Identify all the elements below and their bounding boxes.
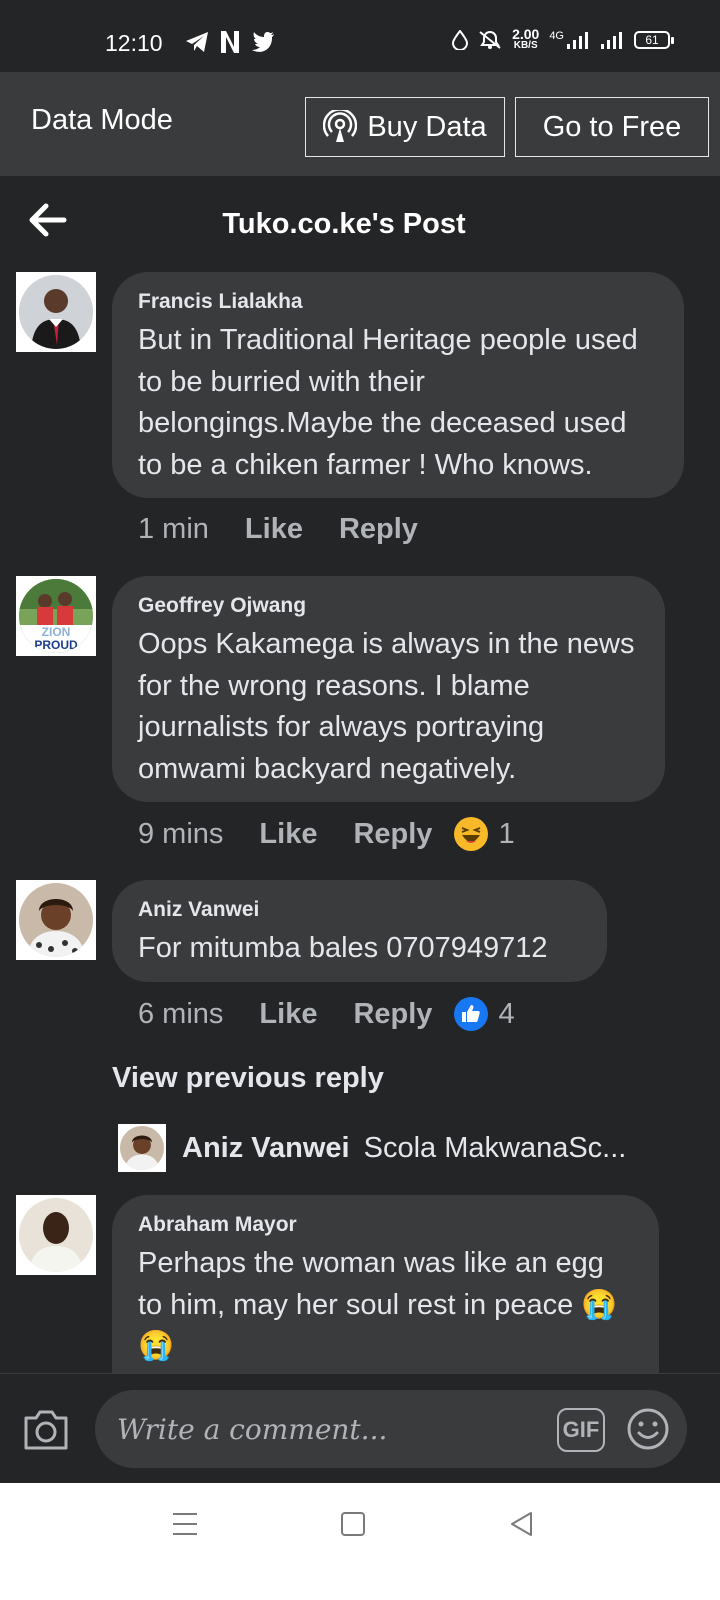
data-mode-bar: Data Mode Buy Data Go to Free (0, 72, 720, 176)
comment-bubble[interactable]: Aniz Vanwei For mitumba bales 0707949712 (112, 880, 607, 982)
system-icons: 2.00 KB/S 4G 61 (452, 26, 674, 52)
reply-button[interactable]: Reply (353, 998, 432, 1031)
broadcast-icon (323, 110, 358, 142)
comment-bubble[interactable]: Francis Lialakha But in Traditional Heri… (112, 272, 684, 498)
comment-time: 9 mins (138, 817, 224, 850)
battery-icon: 61 (634, 31, 674, 49)
telegram-icon (186, 32, 208, 52)
badge-line2: PROUD (34, 638, 78, 652)
avatar[interactable]: ZION PROUD (16, 576, 96, 656)
comment-text: Oops Kakamega is always in the news for … (138, 628, 635, 785)
go-to-free-button[interactable]: Go to Free (515, 97, 709, 157)
battery-level: 61 (645, 33, 659, 47)
profile-photo: ZION PROUD (19, 579, 93, 653)
camera-icon[interactable] (22, 1408, 70, 1452)
comment-time: 6 mins (138, 997, 224, 1030)
back-icon[interactable] (508, 1510, 534, 1538)
comment-author[interactable]: Francis Lialakha (138, 290, 658, 314)
profile-photo (120, 1126, 164, 1170)
network-speed: 2.00 KB/S (512, 26, 540, 51)
avatar[interactable] (16, 1195, 96, 1275)
comment-actions: 9 mins Like Reply 1 (138, 817, 515, 851)
reply-avatar[interactable] (118, 1124, 166, 1172)
water-drop-icon (452, 30, 469, 50)
status-time: 12:10 (105, 30, 163, 56)
comment-time: 1 min (138, 513, 209, 545)
reply-button[interactable]: Reply (353, 818, 432, 851)
gif-button[interactable]: GIF (557, 1408, 605, 1452)
view-previous-reply-link[interactable]: View previous reply (112, 1062, 384, 1095)
buy-data-label: Buy Data (367, 110, 487, 143)
comment-actions: 6 mins Like Reply 4 (138, 997, 515, 1031)
comment-text: But in Traditional Heritage people used … (138, 324, 638, 481)
comment-author[interactable]: Geoffrey Ojwang (138, 594, 639, 618)
comment-input[interactable]: Write a comment... GIF (95, 1390, 687, 1468)
comment-bubble[interactable]: Abraham Mayor Perhaps the woman was like… (112, 1195, 659, 1373)
comment-placeholder: Write a comment... (117, 1413, 388, 1446)
page-title: Tuko.co.ke's Post (222, 208, 466, 240)
reply-button[interactable]: Reply (339, 513, 418, 546)
avatar[interactable] (16, 880, 96, 960)
comment-actions: 1 min Like Reply (138, 513, 454, 546)
comment-author[interactable]: Aniz Vanwei (138, 898, 581, 922)
reaction-count: 1 (498, 817, 515, 850)
status-bar: 12:10 2.00 KB/S 4G 61 (0, 0, 720, 72)
comment-text: Perhaps the woman was like an egg to him… (138, 1247, 618, 1362)
profile-photo (19, 883, 93, 957)
profile-photo (19, 275, 93, 349)
reaction-count: 4 (498, 997, 515, 1030)
badge-line1: ZION (42, 625, 71, 639)
notification-icons (185, 30, 275, 54)
post-header: Tuko.co.ke's Post (0, 176, 720, 272)
comment-bubble[interactable]: Geoffrey Ojwang Oops Kakamega is always … (112, 576, 665, 802)
like-button[interactable]: Like (259, 998, 317, 1031)
like-reaction-icon[interactable] (454, 997, 489, 1031)
emoji-icon[interactable] (626, 1407, 670, 1451)
mute-icon (479, 31, 501, 49)
signal-icon (567, 32, 588, 49)
comment-text: For mitumba bales 0707949712 (138, 932, 548, 964)
comment-author[interactable]: Abraham Mayor (138, 1213, 633, 1237)
network-type: 4G (549, 30, 564, 42)
menu-icon[interactable] (172, 1510, 198, 1538)
buy-data-button[interactable]: Buy Data (305, 97, 505, 157)
system-navigation-bar (0, 1483, 720, 1600)
go-to-free-label: Go to Free (542, 110, 682, 143)
reply-text: Scola MakwanaSc... (363, 1131, 627, 1164)
twitter-icon (252, 32, 274, 52)
like-button[interactable]: Like (245, 513, 303, 546)
comment-composer: Write a comment... GIF (0, 1373, 720, 1483)
data-mode-title: Data Mode (31, 104, 173, 136)
profile-photo (19, 1198, 93, 1272)
avatar[interactable] (16, 272, 96, 352)
reply-preview[interactable]: Aniz Vanwei Scola MakwanaSc... (118, 1124, 626, 1172)
home-icon[interactable] (340, 1510, 366, 1538)
like-button[interactable]: Like (259, 818, 317, 851)
netflix-icon (221, 31, 239, 53)
reply-author[interactable]: Aniz Vanwei (182, 1132, 350, 1165)
haha-reaction-icon[interactable] (454, 817, 489, 851)
signal-icon-2 (601, 32, 622, 49)
